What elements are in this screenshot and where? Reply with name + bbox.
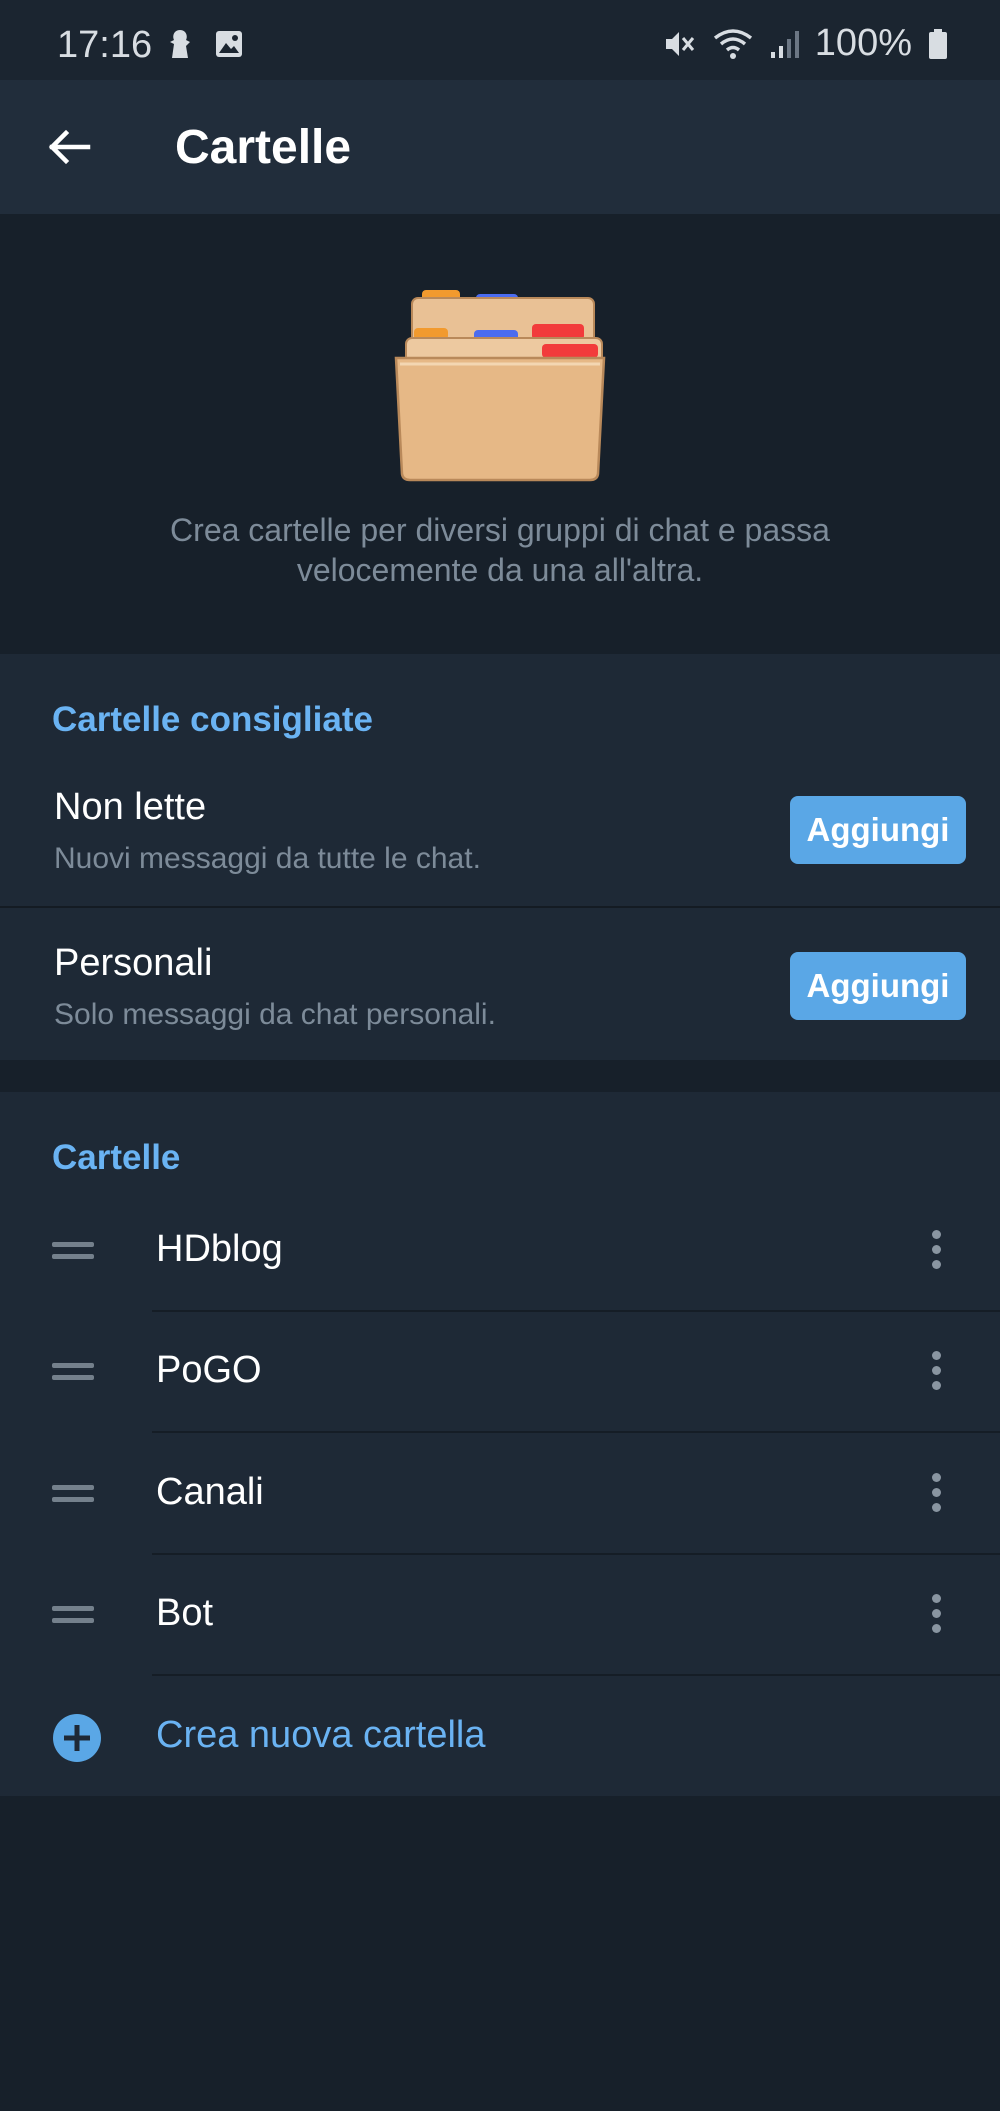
drag-handle-icon[interactable] — [52, 1363, 94, 1387]
divider — [152, 1553, 1000, 1555]
create-folder-row[interactable]: Crea nuova cartella — [0, 1676, 1000, 1796]
more-vert-icon[interactable] — [920, 1230, 952, 1274]
hero-description: Crea cartelle per diversi gruppi di chat… — [80, 510, 920, 590]
folders-header: Cartelle — [52, 1138, 181, 1177]
more-vert-icon[interactable] — [920, 1351, 952, 1395]
folder-item[interactable]: HDblog — [0, 1192, 1000, 1312]
hero-description-line2: velocemente da una all'altra. — [296, 552, 704, 588]
suggested-item: Personali Solo messaggi da chat personal… — [0, 932, 1000, 1086]
folder-item[interactable]: PoGO — [0, 1313, 1000, 1433]
divider — [152, 1310, 1000, 1312]
hero-section: Crea cartelle per diversi gruppi di chat… — [0, 214, 1000, 654]
create-folder-label[interactable]: Crea nuova cartella — [156, 1714, 486, 1757]
divider — [152, 1431, 1000, 1433]
page-title: Cartelle — [175, 121, 352, 174]
folders-illustration — [394, 290, 606, 482]
divider — [0, 906, 1000, 908]
folder-item[interactable]: Bot — [0, 1556, 1000, 1676]
arrow-left-icon[interactable] — [44, 122, 94, 172]
suggested-item-subtitle: Nuovi messaggi da tutte le chat. — [54, 842, 481, 875]
suggested-item-name: Non lette — [54, 786, 207, 828]
folder-name: Canali — [156, 1471, 264, 1513]
suggested-item-subtitle: Solo messaggi da chat personali. — [54, 998, 496, 1031]
add-personal-button[interactable]: Aggiungi — [790, 952, 966, 1020]
drag-handle-icon[interactable] — [52, 1485, 94, 1509]
image-icon — [216, 31, 242, 57]
mute-icon — [665, 31, 694, 56]
folders-section: Cartelle HDblog PoGO Canali Bot Crea nuo… — [0, 1092, 1000, 1796]
suggested-folders-section: Cartelle consigliate Non lette Nuovi mes… — [0, 654, 1000, 1060]
folder-item[interactable]: Canali — [0, 1435, 1000, 1555]
silhouette-icon — [170, 30, 190, 58]
signal-icon — [770, 30, 799, 58]
folder-name: HDblog — [156, 1228, 283, 1270]
app-bar: Cartelle — [0, 80, 1000, 214]
suggested-item-name: Personali — [54, 942, 213, 984]
battery-icon — [929, 28, 947, 59]
add-circle-icon[interactable] — [53, 1714, 101, 1762]
drag-handle-icon[interactable] — [52, 1606, 94, 1630]
battery-percent: 100% — [814, 22, 912, 64]
more-vert-icon[interactable] — [920, 1594, 952, 1638]
status-bar: 17:16 100% — [0, 0, 1000, 80]
status-time: 17:16 — [57, 24, 153, 66]
folder-name: PoGO — [156, 1349, 262, 1391]
add-unread-button[interactable]: Aggiungi — [790, 796, 966, 864]
more-vert-icon[interactable] — [920, 1473, 952, 1517]
drag-handle-icon[interactable] — [52, 1242, 94, 1266]
suggested-header: Cartelle consigliate — [52, 700, 373, 739]
hero-description-line1: Crea cartelle per diversi gruppi di chat… — [170, 512, 830, 548]
folder-name: Bot — [156, 1592, 214, 1634]
wifi-icon — [713, 28, 752, 59]
